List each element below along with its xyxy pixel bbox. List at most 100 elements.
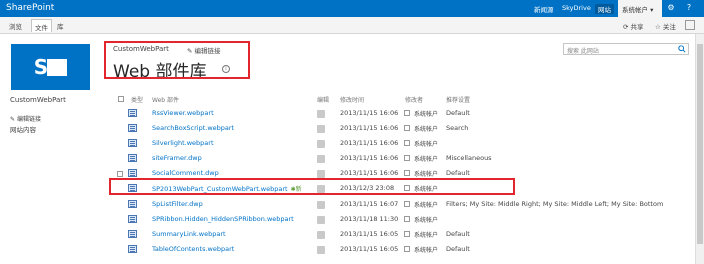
webpart-name-link[interactable]: SPRibbon.Hidden_HiddenSPRibbon.webpart	[152, 215, 294, 223]
webpart-name-link[interactable]: TableOfContents.webpart	[152, 245, 234, 253]
focus-content-icon[interactable]	[685, 20, 695, 30]
column-header-type[interactable]: 类型	[131, 95, 143, 104]
edit-item-icon[interactable]	[317, 155, 325, 163]
table-row[interactable]: TableOfContents.webpart 2013/11/15 16:05…	[110, 242, 700, 257]
presence-indicator	[404, 170, 410, 176]
column-header-modified-by[interactable]: 修改者	[405, 95, 423, 104]
modified-date: 2013/11/15 16:06	[340, 124, 399, 132]
edit-item-icon[interactable]	[317, 125, 325, 133]
recommended-settings: Miscellaneous	[446, 154, 492, 162]
edit-item-icon[interactable]	[317, 201, 325, 209]
webpart-file-icon	[128, 124, 137, 132]
presence-indicator	[404, 140, 410, 146]
edit-item-icon[interactable]	[317, 110, 325, 118]
vertical-scrollbar[interactable]	[695, 34, 704, 264]
gear-icon[interactable]: ⚙	[666, 3, 676, 13]
select-all-checkbox[interactable]	[118, 96, 124, 102]
newsfeed-link[interactable]: 新闻源	[534, 4, 554, 14]
webpart-name-link[interactable]: RssViewer.webpart	[152, 109, 214, 117]
recommended-settings: Default	[446, 169, 470, 177]
tab-browse[interactable]: 浏览	[9, 21, 22, 31]
site-logo[interactable]: S	[11, 44, 90, 90]
modified-by-user[interactable]: 系统帐户	[414, 215, 438, 224]
presence-indicator	[404, 201, 410, 207]
column-header-webpart[interactable]: Web 部件	[152, 95, 179, 104]
tab-files[interactable]: 文件	[31, 19, 52, 32]
modified-date: 2013/11/15 16:05	[340, 230, 399, 238]
modified-by-user[interactable]: 系统帐户	[414, 124, 438, 133]
follow-label: 关注	[662, 23, 676, 31]
table-row[interactable]: SummaryLink.webpart 2013/11/15 16:05 系统帐…	[110, 227, 700, 242]
modified-by-user[interactable]: 系统帐户	[414, 109, 438, 118]
modified-date: 2013/11/15 16:05	[340, 245, 399, 253]
share-label: 共享	[630, 23, 644, 31]
webpart-file-icon	[128, 109, 137, 117]
modified-by-user[interactable]: 系统帐户	[414, 200, 438, 209]
search-icon[interactable]	[678, 45, 686, 53]
column-header-edit[interactable]: 编辑	[317, 95, 329, 104]
modified-date: 2013/11/15 16:07	[340, 200, 399, 208]
left-nav-edit-links[interactable]: ✎ 编辑链接	[10, 114, 41, 123]
presence-indicator	[404, 231, 410, 237]
modified-by-user[interactable]: 系统帐户	[414, 245, 438, 254]
tab-library[interactable]: 库	[57, 21, 64, 31]
edit-item-icon[interactable]	[317, 231, 325, 239]
table-row[interactable]: RssViewer.webpart 2013/11/15 16:06 系统帐户 …	[110, 106, 700, 121]
webpart-file-icon	[128, 169, 137, 177]
column-header-modified[interactable]: 修改时间	[340, 95, 364, 104]
edit-item-icon[interactable]	[317, 246, 325, 254]
suite-bar: SharePoint 新闻源 SkyDrive 网站 系统帐户 ▾ ⚙ ?	[0, 0, 704, 17]
table-row[interactable]: SpListFilter.dwp 2013/11/15 16:07 系统帐户 F…	[110, 197, 700, 212]
modified-by-user[interactable]: 系统帐户	[414, 169, 438, 178]
webpart-name-link[interactable]: siteFramer.dwp	[152, 154, 202, 162]
modified-date: 2013/11/18 11:30	[340, 215, 399, 223]
webpart-name-link[interactable]: SocialComment.dwp	[152, 169, 219, 177]
sites-link[interactable]: 网站	[595, 4, 614, 14]
recommended-settings: Default	[446, 245, 470, 253]
webpart-name-link[interactable]: SpListFilter.dwp	[152, 200, 203, 208]
webpart-name-link[interactable]: Silverlight.webpart	[152, 139, 214, 147]
user-menu[interactable]: 系统帐户 ▾	[618, 0, 662, 17]
webpart-name-link[interactable]: SearchBoxScript.webpart	[152, 124, 234, 132]
help-icon[interactable]: ?	[684, 3, 694, 13]
scrollbar-thumb[interactable]	[697, 44, 703, 244]
left-nav-title[interactable]: CustomWebPart	[10, 96, 66, 104]
edit-item-icon[interactable]	[317, 170, 325, 178]
left-nav-item-site-contents[interactable]: 网站内容	[10, 124, 36, 134]
recommended-settings: Search	[446, 124, 469, 132]
presence-indicator	[404, 246, 410, 252]
ribbon: 浏览 文件 库 ⟳ 共享 ☆ 关注	[0, 17, 704, 34]
skydrive-link[interactable]: SkyDrive	[562, 4, 591, 12]
search-placeholder: 搜索 此网站	[567, 48, 599, 55]
modified-by-user[interactable]: 系统帐户	[414, 139, 438, 148]
webpart-name-link[interactable]: SummaryLink.webpart	[152, 230, 226, 238]
star-icon: ☆	[655, 23, 661, 31]
modified-date: 2013/11/15 16:06	[340, 109, 399, 117]
edit-item-icon[interactable]	[317, 140, 325, 148]
row-checkbox[interactable]	[117, 171, 123, 177]
share-icon: ⟳	[623, 23, 629, 31]
follow-button[interactable]: ☆ 关注	[655, 21, 676, 31]
recommended-settings: Filters; My Site: Middle Right; My Site:…	[446, 200, 664, 208]
sharepoint-title[interactable]: SharePoint	[6, 3, 54, 13]
table-row[interactable]: SPRibbon.Hidden_HiddenSPRibbon.webpart 2…	[110, 212, 700, 227]
recommended-settings: Default	[446, 109, 470, 117]
webpart-file-icon	[128, 200, 137, 208]
modified-date: 2013/11/15 16:06	[340, 139, 399, 147]
column-header-recommended[interactable]: 推荐设置	[446, 95, 470, 104]
modified-by-user[interactable]: 系统帐户	[414, 230, 438, 239]
sharepoint-logo-icon: S	[33, 55, 49, 79]
modified-by-user[interactable]: 系统帐户	[414, 154, 438, 163]
share-button[interactable]: ⟳ 共享	[623, 21, 644, 31]
highlight-box-title	[104, 41, 250, 79]
webpart-file-icon	[128, 215, 137, 223]
webpart-file-icon	[128, 154, 137, 162]
search-input[interactable]: 搜索 此网站	[563, 43, 689, 55]
table-row[interactable]: Silverlight.webpart 2013/11/15 16:06 系统帐…	[110, 136, 700, 151]
presence-indicator	[404, 155, 410, 161]
table-row[interactable]: siteFramer.dwp 2013/11/15 16:06 系统帐户 Mis…	[110, 151, 700, 166]
highlight-box-row	[109, 178, 515, 195]
edit-item-icon[interactable]	[317, 216, 325, 224]
webpart-file-icon	[128, 230, 137, 238]
table-row[interactable]: SearchBoxScript.webpart 2013/11/15 16:06…	[110, 121, 700, 136]
